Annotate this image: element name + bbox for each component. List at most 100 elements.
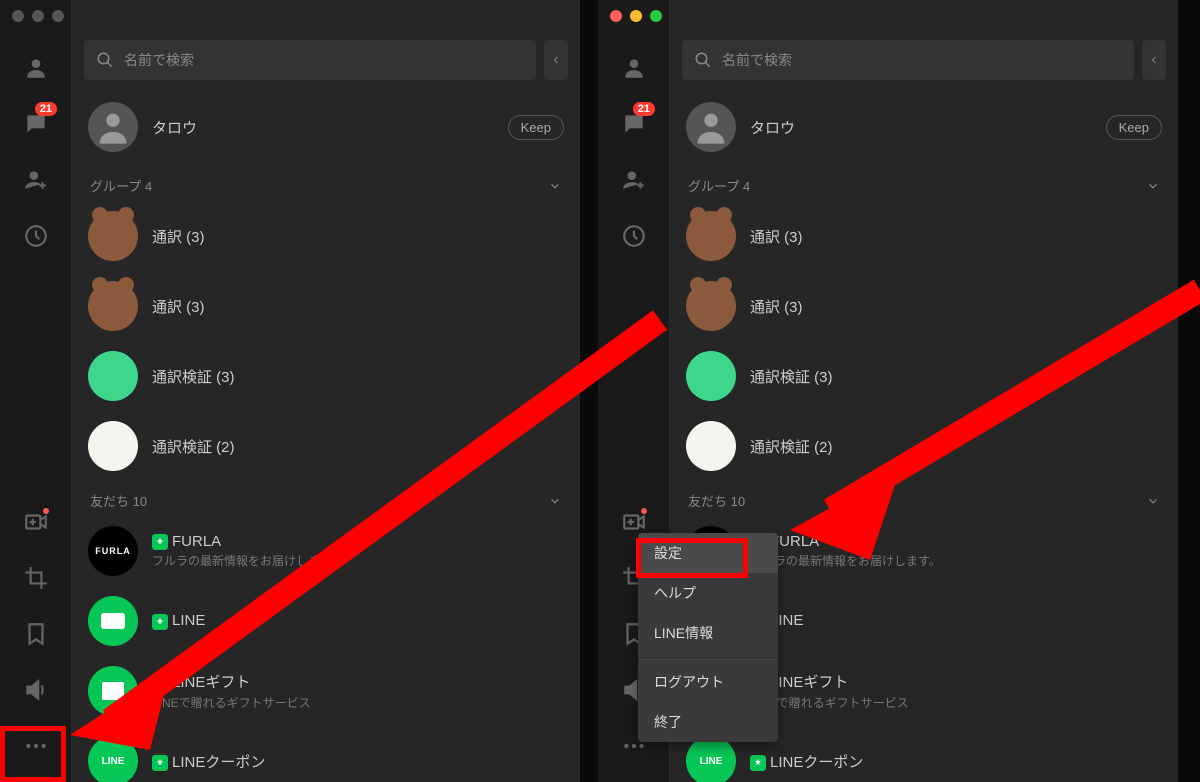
- nav-video[interactable]: [0, 494, 71, 550]
- item-title: 通訳 (3): [152, 226, 564, 247]
- clock-icon: [621, 223, 647, 249]
- list-item[interactable]: 通訳検証 (2): [670, 411, 1178, 481]
- window-minimize-icon[interactable]: [32, 10, 44, 22]
- crop-icon: [23, 565, 49, 591]
- item-title: 通訳検証 (3): [750, 366, 1162, 387]
- more-menu-popup: 設定 ヘルプ LINE情報 ログアウト 終了: [638, 533, 778, 742]
- item-sub: LINEで贈れるギフトサービス: [152, 694, 564, 711]
- groups-header[interactable]: グループ 4: [72, 166, 580, 201]
- window-close-icon[interactable]: [610, 10, 622, 22]
- list-item[interactable]: 通訳 (3): [670, 201, 1178, 271]
- traffic-lights: [610, 10, 662, 22]
- friends-header[interactable]: 友だち 10: [670, 481, 1178, 516]
- nav-more[interactable]: [0, 718, 71, 774]
- group-avatar: [686, 421, 736, 471]
- list-item[interactable]: 通訳 (3): [72, 271, 580, 341]
- chevron-down-icon: [548, 179, 562, 193]
- list-item[interactable]: LINE: [72, 586, 580, 656]
- keep-button[interactable]: Keep: [508, 115, 564, 140]
- avatar: [686, 102, 736, 152]
- chevron-down-icon: [1146, 179, 1160, 193]
- nav-chats[interactable]: 21: [0, 96, 71, 152]
- item-title: 通訳 (3): [750, 296, 1162, 317]
- add-friend-icon: [23, 167, 49, 193]
- item-title: LINEギフト: [750, 671, 1162, 692]
- menu-settings[interactable]: 設定: [638, 533, 778, 573]
- menu-info[interactable]: LINE情報: [638, 613, 778, 653]
- list-item[interactable]: LINELINEクーポン: [72, 726, 580, 782]
- friends-header[interactable]: 友だち 10: [72, 481, 580, 516]
- list-item[interactable]: 通訳 (3): [72, 201, 580, 271]
- list-item[interactable]: 通訳検証 (3): [72, 341, 580, 411]
- nav-timeline[interactable]: [0, 208, 71, 264]
- verified-icon: [750, 755, 766, 771]
- menu-divider: [638, 657, 778, 658]
- friends-label: 友だち 10: [688, 491, 745, 510]
- collapse-button[interactable]: [544, 40, 568, 80]
- item-sub: フルラの最新情報をお届けします。: [152, 552, 564, 569]
- item-title: FURLA: [750, 533, 1162, 550]
- group-avatar: [88, 421, 138, 471]
- nav-chats[interactable]: 21: [598, 96, 669, 152]
- menu-help[interactable]: ヘルプ: [638, 573, 778, 613]
- item-title: FURLA: [152, 533, 564, 550]
- window-minimize-icon[interactable]: [630, 10, 642, 22]
- list-item[interactable]: FURLA FURLA フルラの最新情報をお届けします。: [72, 516, 580, 586]
- verified-icon: [152, 755, 168, 771]
- profile-name: タロウ: [750, 117, 1092, 138]
- main-content: 名前で検索 タロウ Keep グループ 4 通訳 (3) 通訳 (3) 通訳検証…: [72, 0, 580, 782]
- person-icon: [621, 55, 647, 81]
- clock-icon: [23, 223, 49, 249]
- search-input[interactable]: 名前で検索: [84, 40, 536, 80]
- list-item[interactable]: 通訳検証 (2): [72, 411, 580, 481]
- more-horizontal-icon: [23, 733, 49, 759]
- item-title: LINE: [750, 612, 1162, 629]
- collapse-button[interactable]: [1142, 40, 1166, 80]
- window-close-icon[interactable]: [12, 10, 24, 22]
- nav-capture[interactable]: [0, 550, 71, 606]
- groups-header[interactable]: グループ 4: [670, 166, 1178, 201]
- verified-icon: [152, 614, 168, 630]
- nav-volume[interactable]: [0, 662, 71, 718]
- person-icon: [23, 55, 49, 81]
- profile-row[interactable]: タロウ Keep: [72, 88, 580, 166]
- friend-avatar: FURLA: [88, 526, 138, 576]
- chevron-left-icon: [1148, 54, 1160, 66]
- verified-icon: [152, 675, 168, 691]
- nav-add-friend[interactable]: [598, 152, 669, 208]
- bookmark-icon: [23, 621, 49, 647]
- list-item[interactable]: 通訳検証 (3): [670, 341, 1178, 411]
- list-item[interactable]: LINEギフトLINEで贈れるギフトサービス: [72, 656, 580, 726]
- nav-add-friend[interactable]: [0, 152, 71, 208]
- group-avatar: [686, 211, 736, 261]
- friends-label: 友だち 10: [90, 491, 147, 510]
- profile-row[interactable]: タロウ Keep: [670, 88, 1178, 166]
- item-title: 通訳 (3): [750, 226, 1162, 247]
- nav-friends[interactable]: [598, 40, 669, 96]
- nav-sidebar: 21: [0, 0, 72, 782]
- search-input[interactable]: 名前で検索: [682, 40, 1134, 80]
- chat-badge: 21: [35, 102, 57, 116]
- nav-timeline[interactable]: [598, 208, 669, 264]
- nav-keep[interactable]: [0, 606, 71, 662]
- notification-dot-icon: [641, 508, 647, 514]
- item-title: LINEクーポン: [750, 751, 1162, 772]
- list-item[interactable]: 通訳 (3): [670, 271, 1178, 341]
- menu-quit[interactable]: 終了: [638, 702, 778, 742]
- item-title: LINEクーポン: [152, 751, 564, 772]
- window-maximize-icon[interactable]: [52, 10, 64, 22]
- add-friend-icon: [621, 167, 647, 193]
- chevron-down-icon: [548, 494, 562, 508]
- group-avatar: [686, 281, 736, 331]
- item-sub: LINEで贈れるギフトサービス: [750, 694, 1162, 711]
- chevron-left-icon: [550, 54, 562, 66]
- keep-button[interactable]: Keep: [1106, 115, 1162, 140]
- menu-logout[interactable]: ログアウト: [638, 662, 778, 702]
- person-icon: [691, 107, 731, 147]
- nav-friends[interactable]: [0, 40, 71, 96]
- group-avatar: [88, 351, 138, 401]
- item-title: LINE: [152, 612, 564, 629]
- search-icon: [694, 51, 712, 69]
- groups-label: グループ 4: [90, 176, 152, 195]
- window-maximize-icon[interactable]: [650, 10, 662, 22]
